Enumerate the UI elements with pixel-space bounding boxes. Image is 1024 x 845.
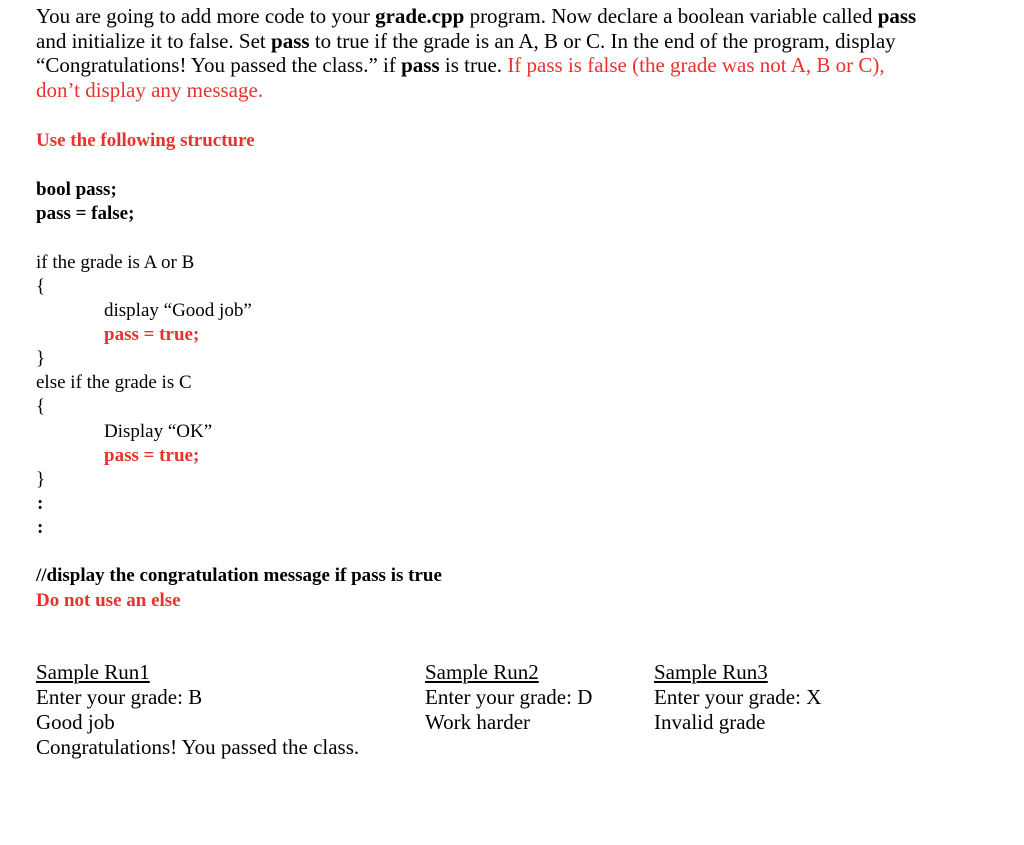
code-initialization: pass = false; bbox=[36, 203, 135, 224]
code-declaration: bool pass; bbox=[36, 179, 117, 200]
no-else-note: Do not use an else bbox=[36, 590, 181, 611]
code-close-brace: } bbox=[36, 469, 46, 490]
sample-run-title: Sample Run1 bbox=[36, 660, 150, 684]
variable-bold: pass bbox=[401, 53, 440, 77]
intro-text: and initialize it to false. Set bbox=[36, 28, 272, 53]
code-ellipsis: : bbox=[37, 517, 44, 538]
sample-run-1: Sample Run1 Enter your grade: B Good job… bbox=[36, 660, 359, 760]
filename-bold: grade.cpp bbox=[375, 4, 465, 28]
code-ellipsis: : bbox=[37, 493, 44, 514]
sample-run-title: Sample Run3 bbox=[654, 660, 768, 684]
sample-run-2: Sample Run2 Enter your grade: D Work har… bbox=[425, 660, 592, 735]
sample-run-line: Invalid grade bbox=[654, 710, 766, 734]
intro-paragraph: You are going to add more code to your g… bbox=[36, 4, 1016, 102]
variable-bold: pass bbox=[271, 28, 310, 53]
intro-text: “Congratulations! You passed the class.”… bbox=[36, 53, 402, 77]
variable-bold: pass bbox=[877, 4, 917, 28]
intro-text: to true if the grade is an A, B or C. In… bbox=[309, 28, 896, 53]
sample-run-line: Enter your grade: B bbox=[36, 685, 203, 709]
intro-text: You are going to add more code to your bbox=[36, 4, 376, 28]
sample-run-line: Good job bbox=[36, 710, 115, 734]
code-if-line: if the grade is A or B bbox=[36, 252, 195, 273]
code-open-brace: { bbox=[36, 396, 46, 417]
sample-run-line: Enter your grade: D bbox=[425, 685, 593, 709]
code-pass-true: pass = true; bbox=[104, 445, 200, 466]
sample-run-3: Sample Run3 Enter your grade: X Invalid … bbox=[654, 660, 821, 735]
structure-heading: Use the following structure bbox=[36, 130, 255, 151]
sample-run-line: Work harder bbox=[425, 710, 531, 734]
sample-run-title: Sample Run2 bbox=[425, 660, 539, 684]
intro-warning: don’t display any message. bbox=[36, 77, 264, 102]
sample-run-line: Congratulations! You passed the class. bbox=[36, 735, 360, 759]
code-open-brace: { bbox=[36, 276, 46, 297]
code-display-good-job: display “Good job” bbox=[104, 300, 252, 321]
intro-warning: If pass is false (the grade was not A, B… bbox=[507, 53, 885, 77]
code-pass-true: pass = true; bbox=[104, 324, 200, 345]
code-close-brace: } bbox=[36, 348, 46, 369]
code-comment: //display the congratulation message if … bbox=[36, 565, 442, 586]
code-else-if-line: else if the grade is C bbox=[36, 372, 192, 393]
sample-run-line: Enter your grade: X bbox=[654, 685, 822, 709]
code-display-ok: Display “OK” bbox=[104, 421, 213, 442]
intro-text: program. Now declare a boolean variable … bbox=[464, 4, 878, 28]
intro-text: is true. bbox=[439, 53, 508, 77]
